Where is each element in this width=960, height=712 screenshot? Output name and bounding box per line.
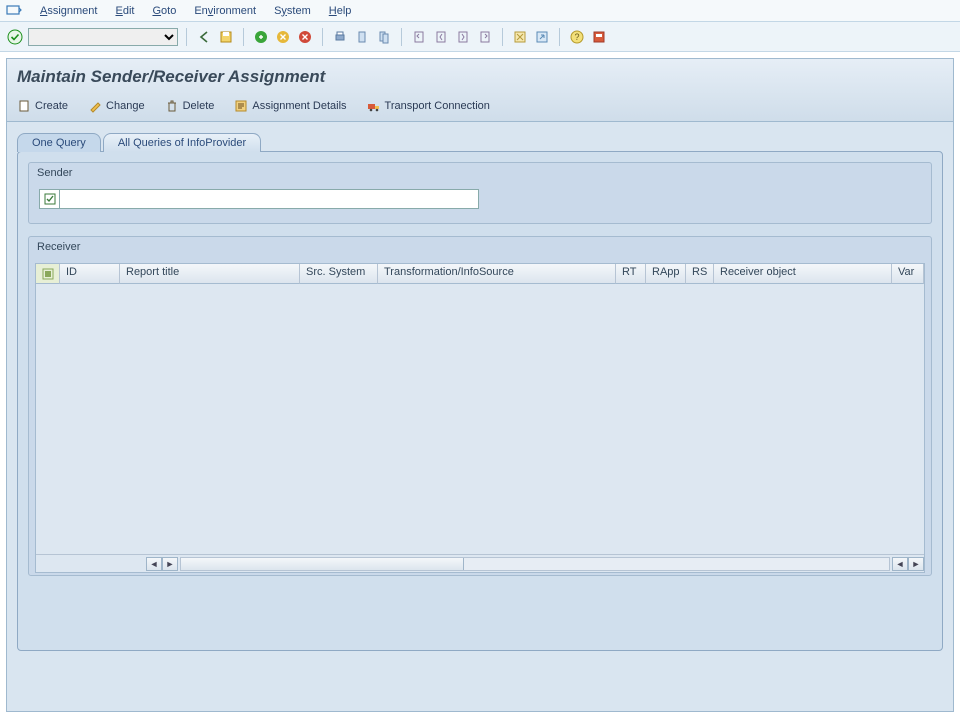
command-field[interactable] — [28, 28, 178, 46]
sender-input-wrapper — [39, 189, 479, 209]
cancel-icon[interactable] — [274, 28, 292, 46]
tab-all-queries[interactable]: All Queries of InfoProvider — [103, 133, 261, 152]
scroll-right-icon[interactable]: ► — [908, 557, 924, 571]
print-icon[interactable] — [331, 28, 349, 46]
command-select[interactable] — [29, 29, 177, 45]
local-layout-icon[interactable] — [590, 28, 608, 46]
exit-icon[interactable] — [252, 28, 270, 46]
menu-system[interactable]: System — [274, 5, 311, 17]
svg-text:?: ? — [574, 32, 579, 42]
sender-label: Sender — [29, 163, 931, 183]
toolbar-separator — [401, 28, 402, 46]
col-report-title[interactable]: Report title — [120, 264, 300, 284]
sender-group: Sender — [28, 162, 932, 224]
col-transformation[interactable]: Transformation/InfoSource — [378, 264, 616, 284]
toolbar-separator — [322, 28, 323, 46]
page-title: Maintain Sender/Receiver Assignment — [17, 67, 943, 87]
toolbar-separator — [243, 28, 244, 46]
scroll-track[interactable] — [180, 557, 890, 571]
tabstrip: One Query All Queries of InfoProvider — [17, 132, 943, 151]
menu-help[interactable]: Help — [329, 5, 352, 17]
trash-icon — [165, 99, 179, 113]
col-rt[interactable]: RT — [616, 264, 646, 284]
previous-page-icon[interactable] — [432, 28, 450, 46]
standard-toolbar: ? — [0, 22, 960, 52]
col-receiver-object[interactable]: Receiver object — [714, 264, 892, 284]
help-icon[interactable]: ? — [568, 28, 586, 46]
create-icon — [17, 99, 31, 113]
menu-environment[interactable]: Environment — [194, 5, 256, 17]
col-src-system[interactable]: Src. System — [300, 264, 378, 284]
col-var[interactable]: Var — [892, 264, 924, 284]
new-session-icon[interactable] — [511, 28, 529, 46]
toolbar-separator — [559, 28, 560, 46]
title-area: Maintain Sender/Receiver Assignment Crea… — [6, 58, 954, 122]
menu-bar: Assignment Edit Goto Environment System … — [0, 0, 960, 22]
truck-icon — [367, 99, 381, 113]
scroll-left-page-icon[interactable]: ◄ — [146, 557, 162, 571]
find-next-icon[interactable] — [375, 28, 393, 46]
content-area: One Query All Queries of InfoProvider Se… — [6, 122, 954, 712]
find-icon[interactable] — [353, 28, 371, 46]
delete-label: Delete — [183, 100, 215, 112]
sap-menu-icon[interactable] — [6, 3, 22, 19]
scroll-thumb[interactable] — [181, 558, 464, 570]
assignment-details-button[interactable]: Assignment Details — [234, 99, 346, 113]
toolbar-separator — [502, 28, 503, 46]
select-all-button[interactable] — [36, 264, 60, 284]
transport-label: Transport Connection — [385, 100, 490, 112]
table-body — [36, 284, 924, 554]
application-toolbar: Create Change Delete Assignment Details … — [17, 95, 943, 117]
value-help-icon[interactable] — [39, 189, 59, 209]
change-button[interactable]: Change — [88, 99, 145, 113]
save-icon[interactable] — [217, 28, 235, 46]
menu-assignment[interactable]: Assignment — [40, 5, 97, 17]
col-id[interactable]: ID — [60, 264, 120, 284]
close-session-icon[interactable] — [296, 28, 314, 46]
back-icon[interactable] — [195, 28, 213, 46]
menu-edit[interactable]: Edit — [115, 5, 134, 17]
receiver-table: ID Report title Src. System Transformati… — [35, 263, 925, 573]
scroll-left-icon[interactable]: ◄ — [892, 557, 908, 571]
delete-button[interactable]: Delete — [165, 99, 215, 113]
create-shortcut-icon[interactable] — [533, 28, 551, 46]
horizontal-scrollbar: ◄ ► ◄ ► — [36, 554, 924, 572]
table-header-row: ID Report title Src. System Transformati… — [36, 264, 924, 284]
create-label: Create — [35, 100, 68, 112]
receiver-label: Receiver — [29, 237, 931, 257]
next-page-icon[interactable] — [454, 28, 472, 46]
first-page-icon[interactable] — [410, 28, 428, 46]
create-button[interactable]: Create — [17, 99, 68, 113]
tab-body: Sender Receiver ID — [17, 151, 943, 651]
receiver-group: Receiver ID Report title Src. System Tra… — [28, 236, 932, 576]
menu-goto[interactable]: Goto — [152, 5, 176, 17]
scroll-right-page-icon[interactable]: ► — [162, 557, 178, 571]
sender-input[interactable] — [59, 189, 479, 209]
tab-one-query[interactable]: One Query — [17, 133, 101, 152]
last-page-icon[interactable] — [476, 28, 494, 46]
details-label: Assignment Details — [252, 100, 346, 112]
details-icon — [234, 99, 248, 113]
col-rs[interactable]: RS — [686, 264, 714, 284]
toolbar-separator — [186, 28, 187, 46]
change-label: Change — [106, 100, 145, 112]
transport-connection-button[interactable]: Transport Connection — [367, 99, 490, 113]
enter-ok-icon[interactable] — [6, 28, 24, 46]
pencil-icon — [88, 99, 102, 113]
col-rapp[interactable]: RApp — [646, 264, 686, 284]
